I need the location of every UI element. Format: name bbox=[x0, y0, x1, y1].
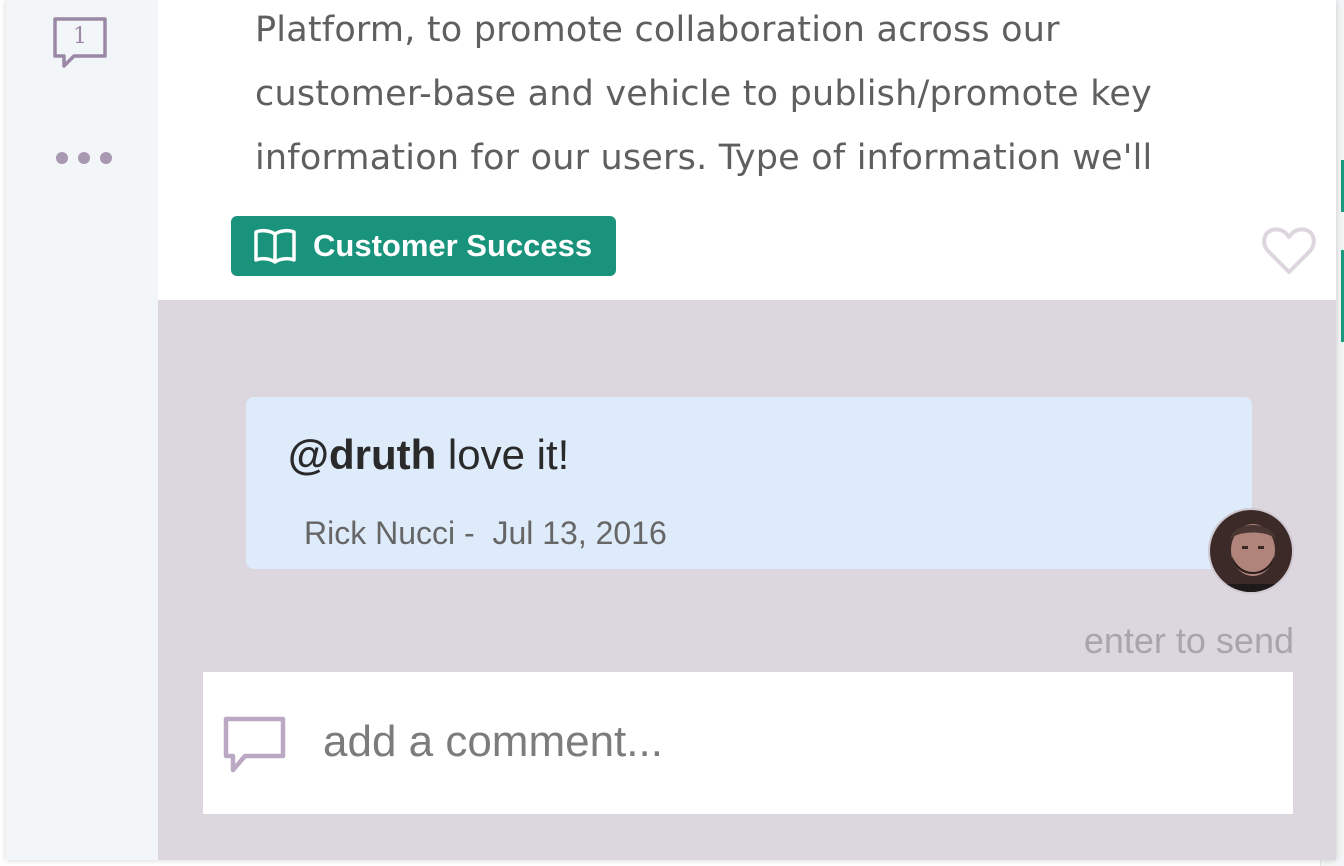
post-body: Platform, to promote collaboration acros… bbox=[158, 0, 1336, 300]
comment-bubble: @druth love it! Rick Nucci - Jul 13, 201… bbox=[246, 397, 1252, 569]
more-options-icon[interactable] bbox=[56, 152, 112, 164]
post-text-line: Platform, to promote collaboration acros… bbox=[255, 10, 1060, 50]
heart-icon[interactable] bbox=[1260, 222, 1318, 280]
book-icon bbox=[254, 228, 296, 264]
comment-input[interactable] bbox=[323, 702, 1243, 782]
topic-tag-label: Customer Success bbox=[313, 228, 593, 263]
comment-text: @druth love it! bbox=[288, 431, 569, 479]
topic-tag[interactable]: Customer Success bbox=[231, 216, 617, 276]
chat-bubble-icon bbox=[223, 716, 286, 773]
comment-count: 1 bbox=[73, 24, 87, 49]
comment-composer bbox=[203, 672, 1293, 814]
comment-separator: - bbox=[455, 515, 493, 551]
comment-author[interactable]: Rick Nucci bbox=[304, 515, 455, 551]
post-text: Platform, to promote collaboration acros… bbox=[255, 0, 1255, 190]
post-content: Platform, to promote collaboration acros… bbox=[158, 0, 1336, 860]
action-rail: 1 bbox=[6, 0, 158, 860]
post-text-line: information for our users. Type of infor… bbox=[255, 138, 1153, 178]
comment-count-icon[interactable]: 1 bbox=[52, 16, 110, 74]
comment-body: love it! bbox=[436, 431, 570, 478]
comment-date: Jul 13, 2016 bbox=[492, 515, 667, 551]
send-hint: enter to send bbox=[1083, 620, 1294, 661]
comment-meta: Rick Nucci - Jul 13, 2016 bbox=[304, 515, 667, 552]
comments-section: @druth love it! Rick Nucci - Jul 13, 201… bbox=[158, 300, 1336, 860]
post-detail-card: 1 Platform, to promote collaboration acr… bbox=[6, 0, 1336, 860]
avatar[interactable] bbox=[1208, 508, 1294, 594]
comment-mention[interactable]: @druth bbox=[288, 431, 436, 478]
post-text-line: customer-base and vehicle to publish/pro… bbox=[255, 74, 1153, 114]
